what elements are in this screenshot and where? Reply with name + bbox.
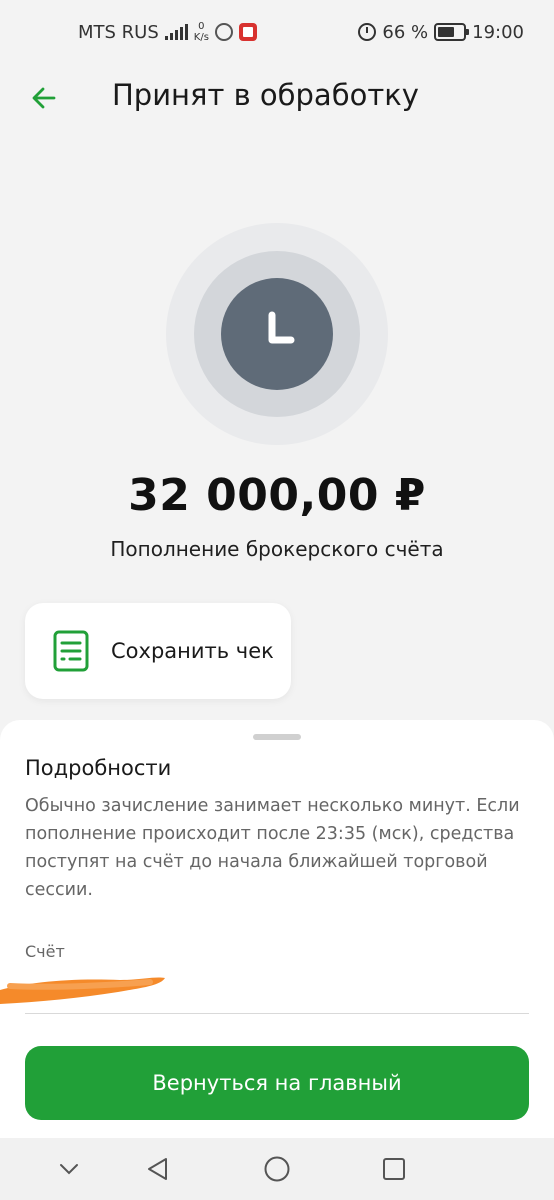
app-notification-icon	[238, 23, 257, 41]
chevron-down-icon[interactable]	[54, 1154, 84, 1184]
battery-percent: 66 %	[382, 21, 429, 43]
account-redaction-mark	[0, 977, 165, 1004]
save-receipt-label: Сохранить чек	[111, 639, 274, 663]
network-speed-value: 0	[198, 21, 205, 32]
network-speed: 0 K/s	[194, 21, 209, 43]
save-receipt-button[interactable]: Сохранить чек	[25, 603, 291, 699]
account-label: Счёт	[25, 942, 65, 961]
status-icon-outer-ring	[166, 223, 388, 445]
transaction-description: Пополнение брокерского счёта	[110, 537, 444, 561]
details-sheet: Подробности Обычно зачисление занимает н…	[0, 720, 554, 1138]
carrier-name: MTS RUS	[78, 21, 159, 43]
clock-icon	[221, 278, 333, 390]
clock-time: 19:00	[472, 21, 524, 43]
arrow-left-icon	[32, 87, 56, 109]
system-nav-bar	[0, 1138, 554, 1200]
viber-icon	[214, 23, 233, 41]
back-button[interactable]	[26, 80, 62, 116]
receipt-icon	[53, 630, 89, 672]
header: Принят в обработку	[0, 70, 554, 126]
account-divider	[25, 1013, 529, 1014]
transaction-amount: 32 000,00 ₽	[128, 470, 426, 521]
status-icon-middle-ring	[194, 251, 360, 417]
recents-square-icon[interactable]	[379, 1154, 409, 1184]
status-right: 66 % 19:00	[358, 22, 524, 43]
battery-icon	[434, 23, 470, 41]
network-speed-unit: K/s	[193, 32, 209, 43]
status-left: MTS RUS 0 K/s	[78, 21, 257, 43]
back-triangle-icon[interactable]	[143, 1154, 173, 1184]
sheet-drag-handle[interactable]	[253, 734, 301, 740]
details-text: Обычно зачисление занимает несколько мин…	[25, 796, 520, 900]
return-home-button[interactable]: Вернуться на главный	[25, 1046, 529, 1120]
signal-icon	[164, 24, 188, 40]
page-title: Принят в обработку	[112, 78, 419, 112]
status-bar: MTS RUS 0 K/s 66 % 19:00	[0, 0, 554, 64]
alarm-icon	[358, 23, 377, 41]
home-circle-icon[interactable]	[262, 1154, 292, 1184]
details-title: Подробности	[25, 756, 172, 780]
